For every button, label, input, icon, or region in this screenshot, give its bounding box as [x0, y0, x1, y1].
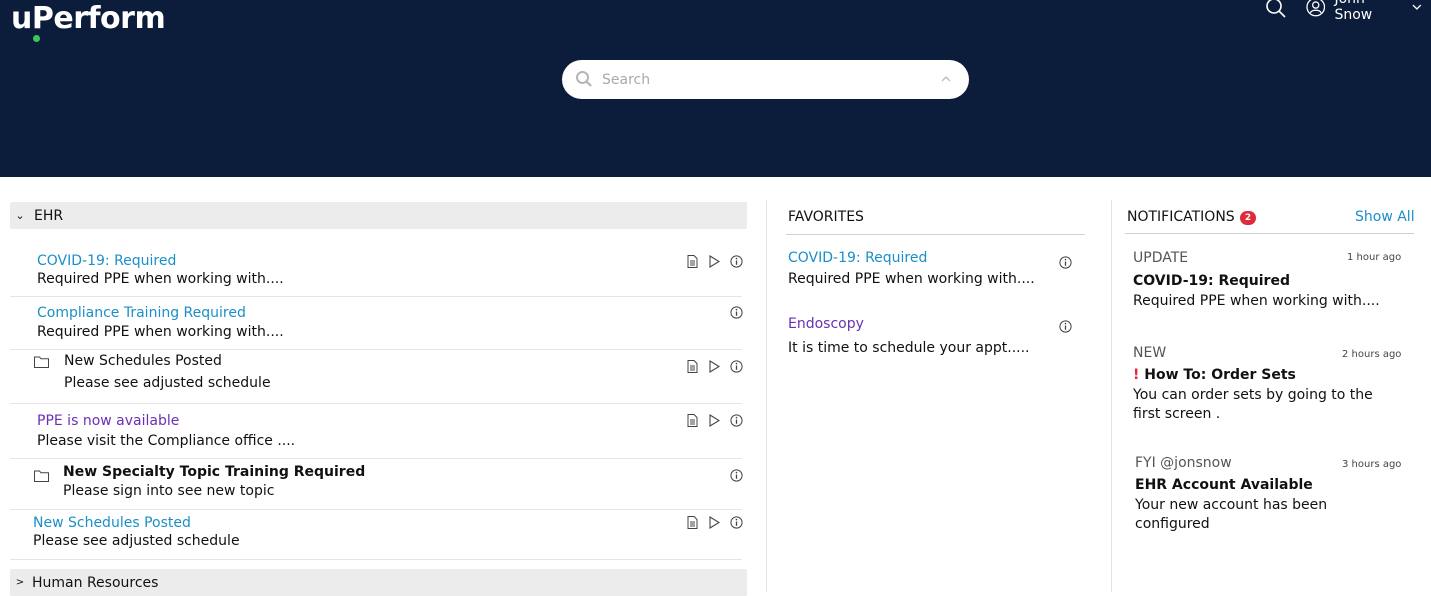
info-icon[interactable]	[725, 306, 747, 319]
list-item[interactable]: New Schedules Posted Please see adjusted…	[10, 351, 743, 404]
user-icon	[1306, 0, 1326, 17]
column-divider	[1111, 200, 1112, 592]
notification-title[interactable]: COVID-19: Required	[1133, 273, 1290, 289]
document-icon[interactable]	[681, 360, 703, 373]
column-divider	[766, 200, 767, 592]
item-description: Please see adjusted schedule	[33, 533, 240, 549]
list-item[interactable]: PPE is now available Please visit the Co…	[10, 405, 743, 459]
notification-title[interactable]: How To: Order Sets	[1144, 367, 1296, 383]
notification-type: NEW	[1133, 345, 1167, 361]
item-title[interactable]: New Schedules Posted	[64, 353, 222, 369]
info-icon[interactable]	[725, 469, 747, 482]
chevron-down-icon: ⌄	[15, 209, 25, 222]
notification-time: 2 hours ago	[1342, 349, 1402, 360]
notification-title-row[interactable]: ! How To: Order Sets	[1133, 367, 1296, 383]
info-icon[interactable]	[1059, 256, 1072, 269]
list-item[interactable]: New Specialty Topic Training Required Pl…	[10, 460, 743, 510]
user-name: John Snow	[1334, 0, 1373, 23]
info-icon[interactable]	[725, 516, 747, 529]
notifications-heading: NOTIFICATIONS	[1127, 209, 1235, 225]
item-description: Please sign into see new topic	[63, 483, 275, 499]
search-bar[interactable]	[562, 60, 969, 99]
item-description: Required PPE when working with....	[37, 324, 284, 340]
list-item[interactable]: COVID-19: Required Required PPE when wor…	[10, 246, 743, 297]
document-icon[interactable]	[681, 255, 703, 268]
show-all-link[interactable]: Show All	[1355, 209, 1415, 225]
favorite-description: Required PPE when working with....	[788, 271, 1035, 287]
notification-title[interactable]: EHR Account Available	[1135, 477, 1313, 493]
divider	[786, 234, 1085, 235]
info-icon[interactable]	[1059, 320, 1072, 333]
info-icon[interactable]	[725, 414, 747, 427]
search-input[interactable]	[602, 68, 922, 92]
notification-description: Your new account has been configured	[1135, 497, 1328, 532]
app-logo[interactable]: uPerform	[11, 1, 166, 36]
folder-icon	[34, 470, 49, 482]
item-description: Please see adjusted schedule	[64, 375, 271, 391]
item-title[interactable]: New Schedules Posted	[33, 515, 191, 531]
item-title[interactable]: PPE is now available	[37, 413, 179, 429]
category-label: Human Resources	[32, 574, 159, 591]
chevron-down-icon	[1412, 4, 1422, 10]
play-icon[interactable]	[703, 360, 725, 373]
favorite-title[interactable]: Endoscopy	[788, 316, 864, 332]
notification-count-badge: 2	[1240, 211, 1256, 225]
category-label: EHR	[34, 207, 64, 224]
play-icon[interactable]	[703, 414, 725, 427]
item-title[interactable]: Compliance Training Required	[37, 305, 246, 321]
search-icon	[576, 71, 592, 87]
alert-icon: !	[1133, 367, 1140, 383]
document-icon[interactable]	[681, 516, 703, 529]
chevron-up-icon[interactable]	[940, 75, 952, 83]
user-menu[interactable]: John Snow	[1306, 0, 1431, 23]
item-title[interactable]: New Specialty Topic Training Required	[63, 464, 365, 480]
notification-description: Required PPE when working with....	[1133, 293, 1380, 309]
search-icon[interactable]	[1265, 0, 1287, 19]
notification-description: You can order sets by going to the first…	[1133, 387, 1373, 422]
list-item[interactable]: New Schedules Posted Please see adjusted…	[10, 511, 743, 560]
notification-time: 1 hour ago	[1347, 252, 1402, 263]
item-description: Required PPE when working with....	[37, 271, 284, 287]
folder-icon	[34, 356, 49, 368]
notification-type: UPDATE	[1133, 250, 1189, 266]
chevron-right-icon: >	[15, 577, 25, 588]
favorite-description: It is time to schedule your appt.....	[788, 340, 1030, 356]
info-icon[interactable]	[725, 255, 747, 268]
item-description: Please visit the Compliance office ....	[37, 433, 296, 449]
play-icon[interactable]	[703, 516, 725, 529]
divider	[1125, 233, 1414, 234]
notification-time: 3 hours ago	[1342, 459, 1402, 470]
play-icon[interactable]	[703, 255, 725, 268]
list-item[interactable]: Compliance Training Required Required PP…	[10, 298, 743, 350]
info-icon[interactable]	[725, 360, 747, 373]
document-icon[interactable]	[681, 414, 703, 427]
favorites-heading: FAVORITES	[788, 209, 864, 225]
favorite-title[interactable]: COVID-19: Required	[788, 250, 927, 266]
logo-dot	[33, 35, 40, 42]
notification-type: FYI @jonsnow	[1135, 455, 1232, 471]
category-ehr[interactable]: ⌄ EHR	[10, 202, 747, 229]
top-header: uPerform John Snow	[0, 0, 1431, 177]
item-title[interactable]: COVID-19: Required	[37, 253, 176, 269]
